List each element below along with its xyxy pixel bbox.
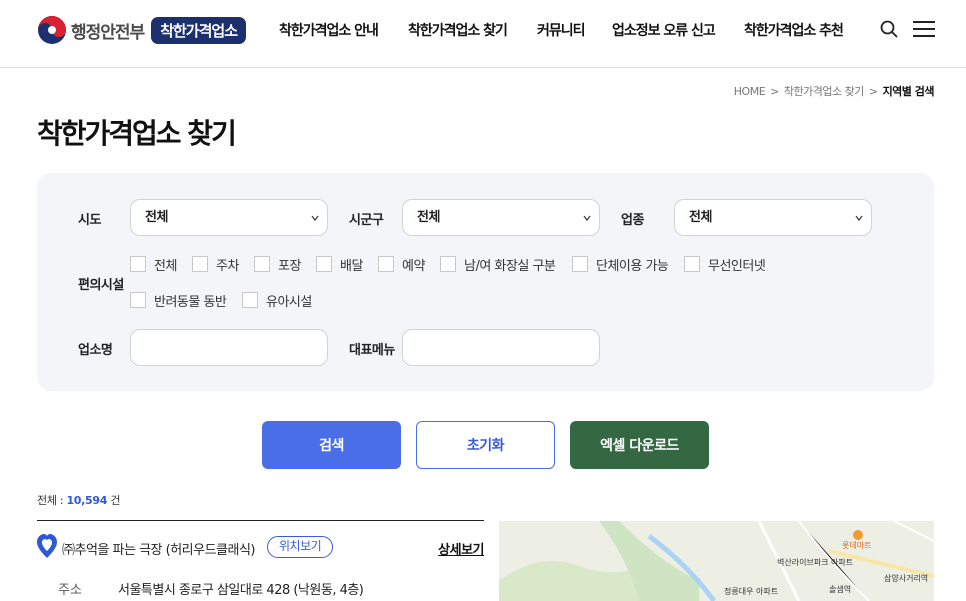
amenity-checkbox-pets[interactable]: 반려동물 동반 — [130, 291, 227, 310]
view-location-button[interactable]: 위치보기 — [267, 536, 334, 558]
store-name: ㈜추억을 파는 극장 (허리우드클래식) — [62, 543, 255, 558]
checkbox-box[interactable] — [192, 256, 208, 272]
breadcrumb-separator: > — [868, 85, 878, 98]
amenity-checkbox-delivery[interactable]: 배달 — [316, 255, 363, 274]
nav-item-find[interactable]: 착한가격업소 찾기 — [408, 20, 508, 40]
search-icon[interactable] — [880, 20, 898, 38]
amenity-checkbox-wifi[interactable]: 무선인터넷 — [684, 255, 766, 274]
nav-item-recommend[interactable]: 착한가격업소 추천 — [744, 20, 844, 40]
reset-button[interactable]: 초기화 — [416, 421, 555, 469]
store-name-input[interactable] — [130, 329, 328, 366]
store-name-label: 업소명 — [78, 343, 113, 358]
checkbox-box[interactable] — [684, 256, 700, 272]
amenity-checkbox-group[interactable]: 단체이용 가능 — [572, 255, 669, 274]
chevron-down-icon — [855, 215, 863, 222]
checkbox-label: 예약 — [402, 258, 425, 274]
checkbox-box[interactable] — [572, 256, 588, 272]
breadcrumb-home[interactable]: HOME — [734, 85, 766, 98]
checkbox-label: 반려동물 동반 — [154, 294, 227, 310]
checkbox-label: 배달 — [340, 258, 363, 274]
checkbox-label: 주차 — [216, 258, 239, 274]
sido-select-value: 전체 — [145, 210, 168, 225]
chevron-down-icon — [311, 215, 319, 222]
search-panel: 시도 전체 시군구 전체 업종 전체 편의시설 전체 주차 포장 배달 예약 남… — [37, 173, 934, 391]
search-button[interactable]: 검색 — [262, 421, 401, 469]
amenity-checkbox-parking[interactable]: 주차 — [192, 255, 239, 274]
list-item: ㈜추억을 파는 극장 (허리우드클래식) 위치보기 상세보기 주소 서울특별시 … — [37, 521, 484, 601]
chevron-down-icon — [583, 215, 591, 222]
checkbox-label: 전체 — [154, 258, 177, 274]
checkbox-box[interactable] — [242, 292, 258, 308]
view-detail-link[interactable]: 상세보기 — [438, 539, 484, 558]
address-label: 주소 — [58, 583, 82, 598]
main-nav: 착한가격업소 안내 착한가격업소 찾기 커뮤니티 업소정보 오류 신고 착한가격… — [0, 20, 966, 42]
checkbox-box[interactable] — [440, 256, 456, 272]
checkbox-box[interactable] — [378, 256, 394, 272]
map-label: 솔샘역 — [829, 585, 852, 594]
result-list: ㈜추억을 파는 극장 (허리우드클래식) 위치보기 상세보기 주소 서울특별시 … — [37, 520, 484, 601]
checkbox-box[interactable] — [254, 256, 270, 272]
amenity-checkbox-kids[interactable]: 유아시설 — [242, 291, 312, 310]
sigungu-select[interactable]: 전체 — [402, 199, 600, 236]
checkbox-box[interactable] — [316, 256, 332, 272]
page-title: 착한가격업소 찾기 — [37, 117, 237, 150]
checkbox-label: 무선인터넷 — [708, 258, 766, 274]
amenity-checkbox-all[interactable]: 전체 — [130, 255, 177, 274]
category-label: 업종 — [621, 213, 644, 228]
checkbox-label: 단체이용 가능 — [596, 258, 669, 274]
checkbox-box[interactable] — [130, 292, 146, 308]
amenity-checkbox-separate-restroom[interactable]: 남/여 화장실 구분 — [440, 255, 556, 274]
map-label: 정릉대우 아파트 — [724, 587, 779, 596]
amenity-checkbox-reservation[interactable]: 예약 — [378, 255, 425, 274]
checkbox-label: 남/여 화장실 구분 — [464, 258, 556, 274]
site-header: 행정안전부 착한가격업소 착한가격업소 안내 착한가격업소 찾기 커뮤니티 업소… — [0, 0, 966, 68]
result-count-prefix: 전체 : — [37, 494, 64, 507]
excel-download-button[interactable]: 엑셀 다운로드 — [570, 421, 709, 469]
store-map[interactable]: 롯데마트 벽산라이브파크 아파트 삼양사거리역 정릉대우 아파트 솔샘역 — [499, 521, 934, 601]
nav-item-error-report[interactable]: 업소정보 오류 신고 — [612, 20, 716, 40]
sigungu-label: 시군구 — [349, 213, 384, 228]
checkbox-box[interactable] — [130, 256, 146, 272]
breadcrumb: HOME > 착한가격업소 찾기 > 지역별 검색 — [734, 83, 935, 99]
result-count-number: 10,594 — [66, 494, 108, 507]
result-count-unit: 건 — [110, 494, 121, 507]
category-select-value: 전체 — [689, 210, 712, 225]
checkbox-label: 포장 — [278, 258, 301, 274]
heart-pin-icon — [37, 534, 57, 558]
checkbox-label: 유아시설 — [266, 294, 312, 310]
map-label: 롯데마트 — [842, 541, 872, 550]
sido-label: 시도 — [78, 213, 101, 228]
sido-select[interactable]: 전체 — [130, 199, 328, 236]
nav-item-guide[interactable]: 착한가격업소 안내 — [279, 20, 379, 40]
breadcrumb-find[interactable]: 착한가격업소 찾기 — [784, 85, 864, 98]
breadcrumb-current: 지역별 검색 — [882, 85, 935, 98]
nav-item-community[interactable]: 커뮤니티 — [537, 20, 586, 40]
breadcrumb-separator: > — [770, 85, 779, 98]
map-background — [499, 521, 934, 601]
address-value: 서울특별시 종로구 삼일대로 428 (낙원동, 4층) — [118, 583, 364, 598]
sigungu-select-value: 전체 — [417, 210, 440, 225]
category-select[interactable]: 전체 — [674, 199, 872, 236]
menu-input[interactable] — [402, 329, 600, 366]
menu-label: 대표메뉴 — [349, 343, 395, 358]
amenities-label: 편의시설 — [78, 278, 124, 293]
menu-icon[interactable] — [913, 20, 935, 38]
amenity-checkbox-takeout[interactable]: 포장 — [254, 255, 301, 274]
map-label: 벽산라이브파크 아파트 — [777, 558, 854, 567]
result-count: 전체 : 10,594 건 — [37, 492, 120, 508]
map-label: 삼양사거리역 — [884, 574, 929, 583]
